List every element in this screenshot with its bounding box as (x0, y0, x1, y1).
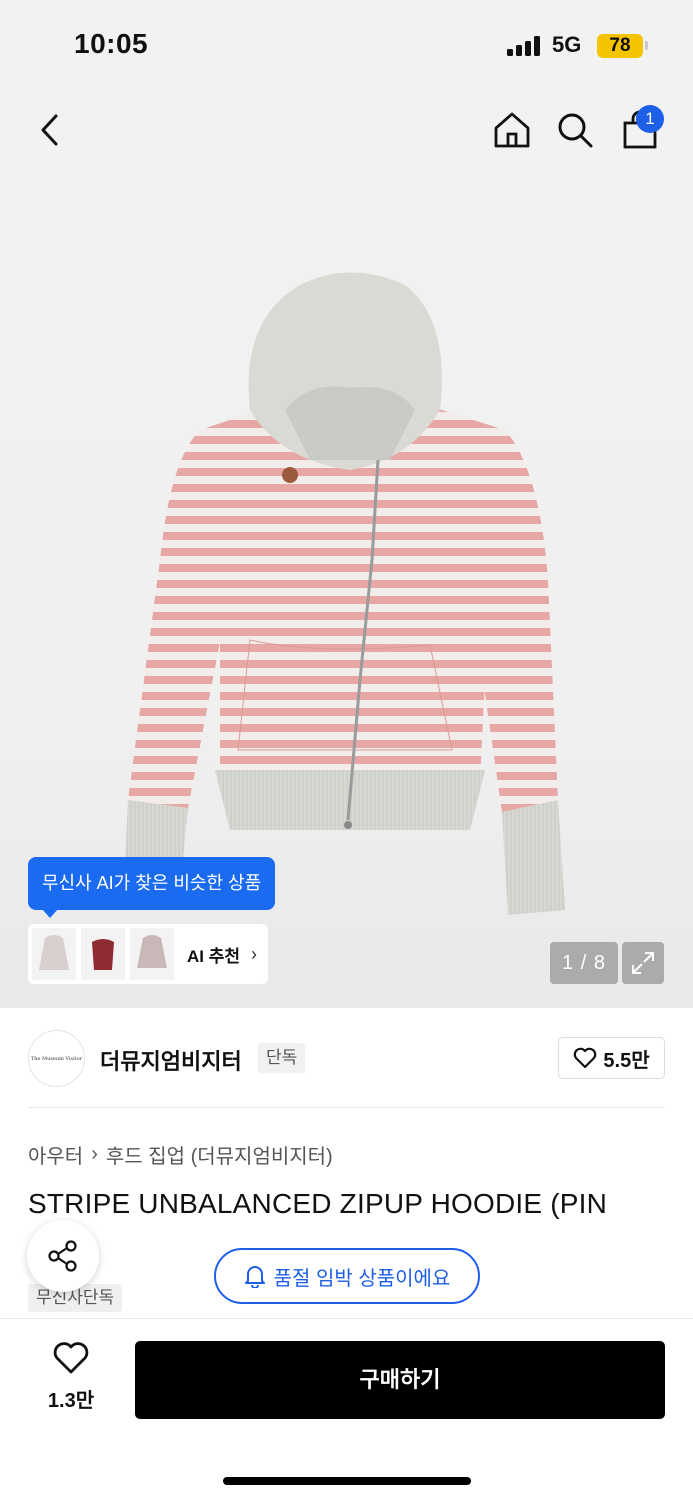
ai-thumb-1[interactable] (32, 928, 76, 980)
product-image[interactable] (110, 260, 580, 920)
breadcrumb-subcategory[interactable]: 후드 집업 (더뮤지엄비지터) (106, 1140, 333, 1169)
status-bar: 10:05 5G 78 (0, 0, 693, 92)
share-button[interactable] (27, 1220, 99, 1292)
divider (28, 1107, 665, 1108)
signal-icon (507, 36, 540, 56)
soldout-notice[interactable]: 품절 임박 상품이에요 (214, 1248, 480, 1304)
expand-icon (632, 952, 654, 974)
ai-recommend-label[interactable]: AI 추천 (187, 942, 240, 967)
battery-icon: 78 (597, 34, 643, 58)
home-button[interactable] (486, 104, 538, 156)
product-title: STRIPE UNBALANCED ZIPUP HOODIE (PIN (28, 1188, 608, 1219)
wish-count: 1.3만 (47, 1390, 95, 1412)
image-counter: 1 / 8 (550, 942, 618, 984)
search-icon (558, 113, 593, 148)
bell-icon (244, 1266, 265, 1288)
brand-logo[interactable]: The Museum Visitor (28, 1030, 85, 1087)
heart-icon (574, 1047, 597, 1069)
heart-icon (53, 1342, 89, 1374)
back-button[interactable] (24, 104, 76, 156)
ai-thumb-2[interactable] (81, 928, 125, 980)
cart-badge: 1 (636, 105, 664, 133)
share-icon (48, 1240, 77, 1272)
wish-button[interactable]: 1.3만 (28, 1341, 114, 1413)
chevron-right-icon: › (251, 943, 258, 964)
buy-button[interactable]: 구매하기 (135, 1341, 665, 1419)
brand-row: The Museum Visitor 더뮤지엄비지터 단독 5.5만 (28, 1030, 665, 1087)
product-gallery[interactable]: 1 무신사 AI가 찾은 비슷한 상품 AI 추천 › 1 / 8 (0, 0, 693, 1008)
status-time: 10:05 (74, 28, 149, 59)
brand-exclusive-tag: 단독 (258, 1043, 306, 1073)
network-label: 5G (552, 32, 582, 57)
chevron-left-icon (41, 114, 58, 146)
expand-button[interactable] (622, 942, 664, 984)
breadcrumb-separator: › (91, 1143, 98, 1165)
search-button[interactable] (549, 104, 601, 156)
home-indicator (223, 1477, 471, 1485)
bottom-purchase-bar: 1.3만 구매하기 (0, 1318, 693, 1500)
breadcrumb-category[interactable]: 아우터 (28, 1140, 83, 1169)
battery-tip (645, 41, 648, 50)
ai-recommend-strip[interactable]: AI 추천 › (28, 924, 268, 984)
home-icon (494, 112, 530, 148)
breadcrumb: 아우터 › 후드 집업 (더뮤지엄비지터) (28, 1140, 333, 1169)
brand-like-button[interactable]: 5.5만 (558, 1037, 665, 1079)
brand-name[interactable]: 더뮤지엄비지터 (100, 1044, 242, 1076)
soldout-notice-label: 품절 임박 상품이에요 (273, 1267, 451, 1290)
brand-like-count: 5.5만 (603, 1049, 650, 1072)
ai-thumb-3[interactable] (130, 928, 174, 980)
ai-recommend-tooltip[interactable]: 무신사 AI가 찾은 비슷한 상품 (28, 857, 276, 918)
